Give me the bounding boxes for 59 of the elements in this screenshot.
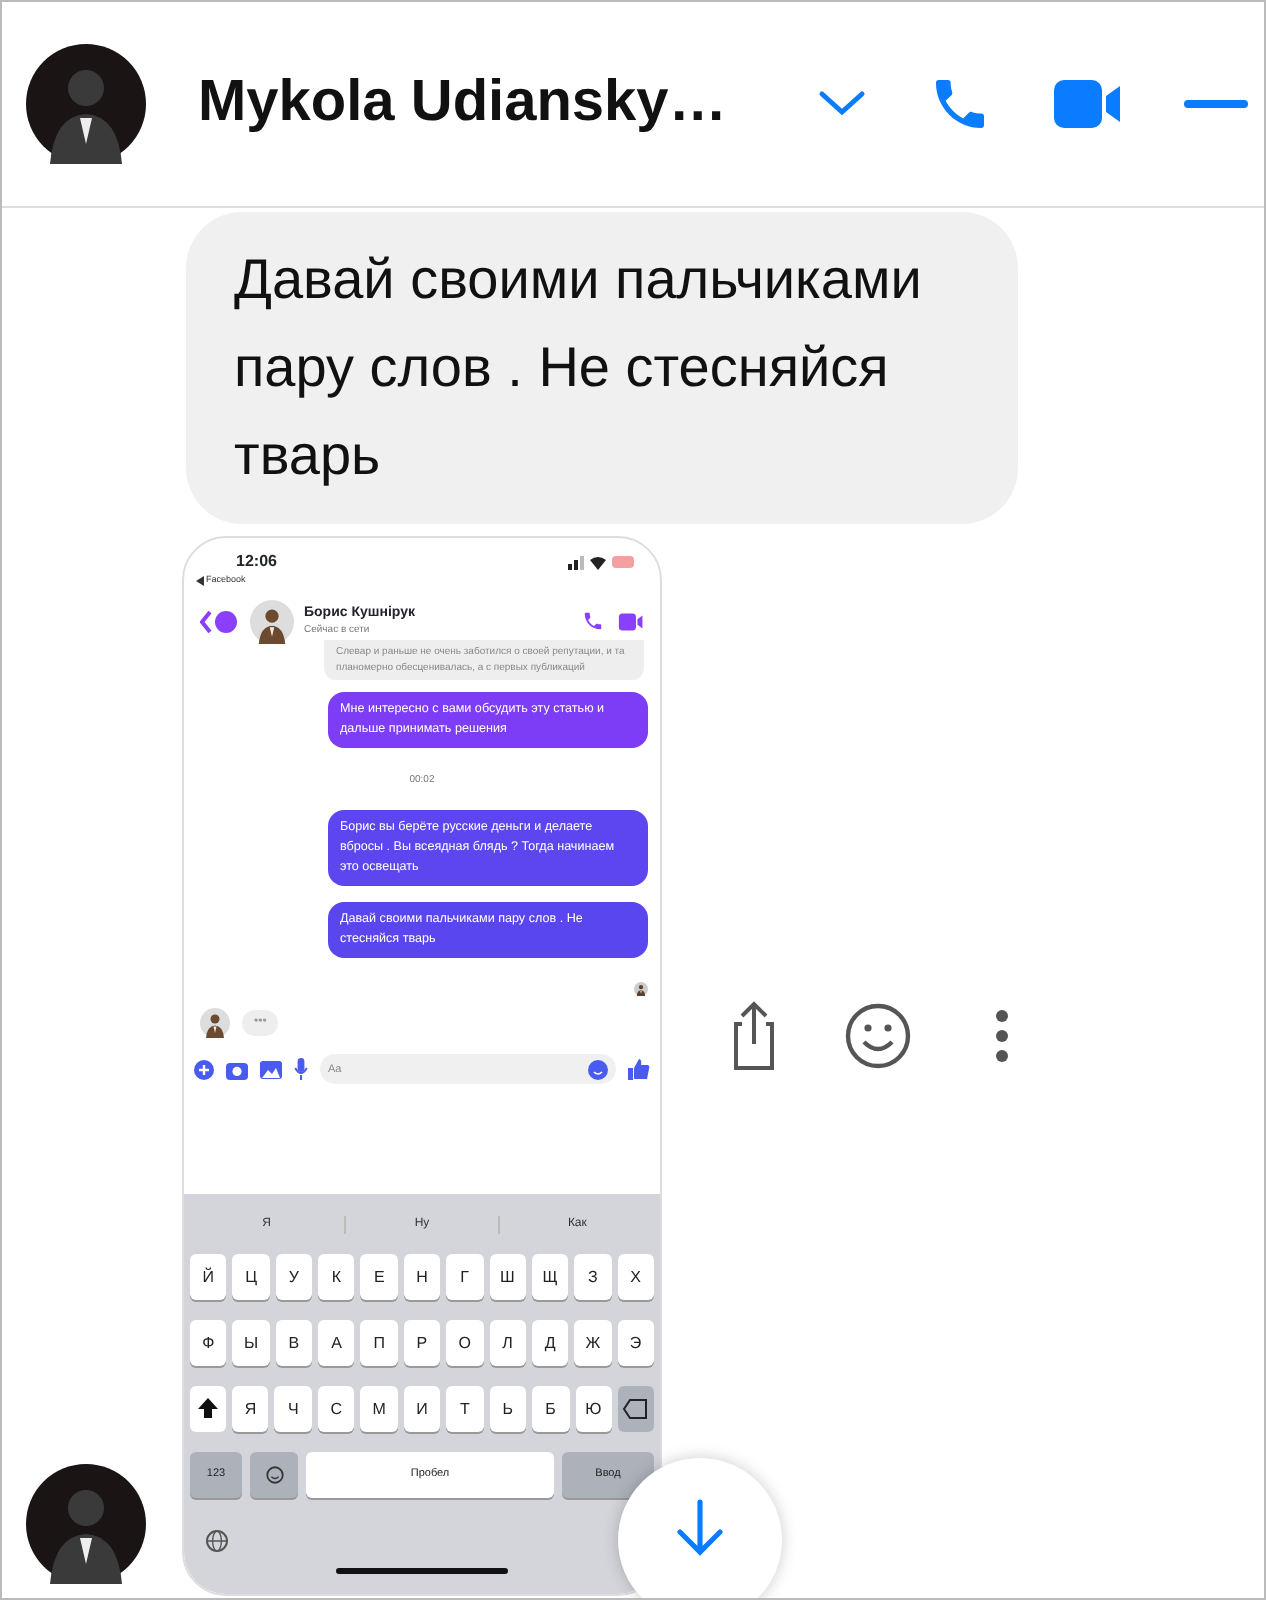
video-call-icon (618, 611, 644, 632)
keyboard-key: Щ (531, 1254, 569, 1300)
header-name: Mykola Udiansky… (198, 68, 727, 139)
keyboard-key: С (317, 1386, 355, 1432)
avatar (26, 1464, 146, 1584)
microphone-icon (294, 1058, 308, 1081)
keyboard-key: У (275, 1254, 313, 1300)
keyboard-key: Ш (489, 1254, 526, 1300)
image-icon (260, 1059, 282, 1080)
keyboard-key: Д (531, 1320, 569, 1366)
back-icon (200, 609, 240, 634)
keyboard-key: Э (617, 1320, 654, 1366)
video-call-icon[interactable] (1052, 76, 1124, 132)
keyboard-key: В (275, 1320, 313, 1366)
keyboard-key: Б (532, 1386, 569, 1432)
keyboard-key: Ы (232, 1320, 270, 1366)
message-bubble: Давай своими пальчиками пару слов . Не стесняйся тварь (186, 212, 1018, 524)
keyboard-key: П (360, 1320, 398, 1366)
keyboard-key: М (360, 1386, 398, 1432)
back-arrow-icon (196, 575, 204, 586)
keyboard-key: Н (403, 1254, 441, 1300)
emoji-icon (588, 1059, 608, 1080)
avatar (26, 44, 146, 164)
keyboard-key: Р (403, 1320, 441, 1366)
keyboard-key: К (318, 1254, 355, 1300)
thumbs-up-icon (628, 1058, 650, 1081)
keyboard-key: Ж (574, 1320, 612, 1366)
status-time: 12:06 (236, 550, 277, 574)
keyboard-key: Ц (232, 1254, 270, 1300)
arrow-down-icon (676, 1498, 724, 1558)
status-icons (568, 554, 636, 570)
contact-avatar (200, 1008, 230, 1039)
chevron-down-icon[interactable] (816, 88, 868, 120)
keyboard-key: Ф (190, 1320, 227, 1366)
plus-icon (194, 1059, 214, 1080)
keyboard-key: И (403, 1386, 441, 1432)
keyboard-key: А (318, 1320, 355, 1366)
keyboard-key: Г (446, 1254, 484, 1300)
keyboard-key: Ю (575, 1386, 612, 1432)
emoji-icon (265, 1466, 283, 1484)
keyboard-key: О (446, 1320, 484, 1366)
shift-icon (190, 1386, 226, 1432)
keyboard-key: Е (360, 1254, 398, 1300)
keyboard-key: Я (232, 1386, 269, 1432)
minimize-icon[interactable] (1184, 98, 1248, 110)
keyboard-key: Ч (274, 1386, 312, 1432)
contact-avatar (250, 599, 294, 644)
seen-avatar (634, 982, 648, 997)
keyboard-key: Х (617, 1254, 654, 1300)
scroll-down-button[interactable] (618, 1458, 782, 1598)
phone-icon (582, 610, 604, 633)
keyboard-key: Ь (489, 1386, 527, 1432)
keyboard-key: Т (446, 1386, 484, 1432)
keyboard-key: Й (190, 1254, 227, 1300)
camera-icon (226, 1059, 248, 1080)
globe-icon (206, 1530, 228, 1552)
keyboard-key: Л (489, 1320, 526, 1366)
backspace-icon (617, 1386, 654, 1432)
keyboard-key: З (574, 1254, 612, 1300)
